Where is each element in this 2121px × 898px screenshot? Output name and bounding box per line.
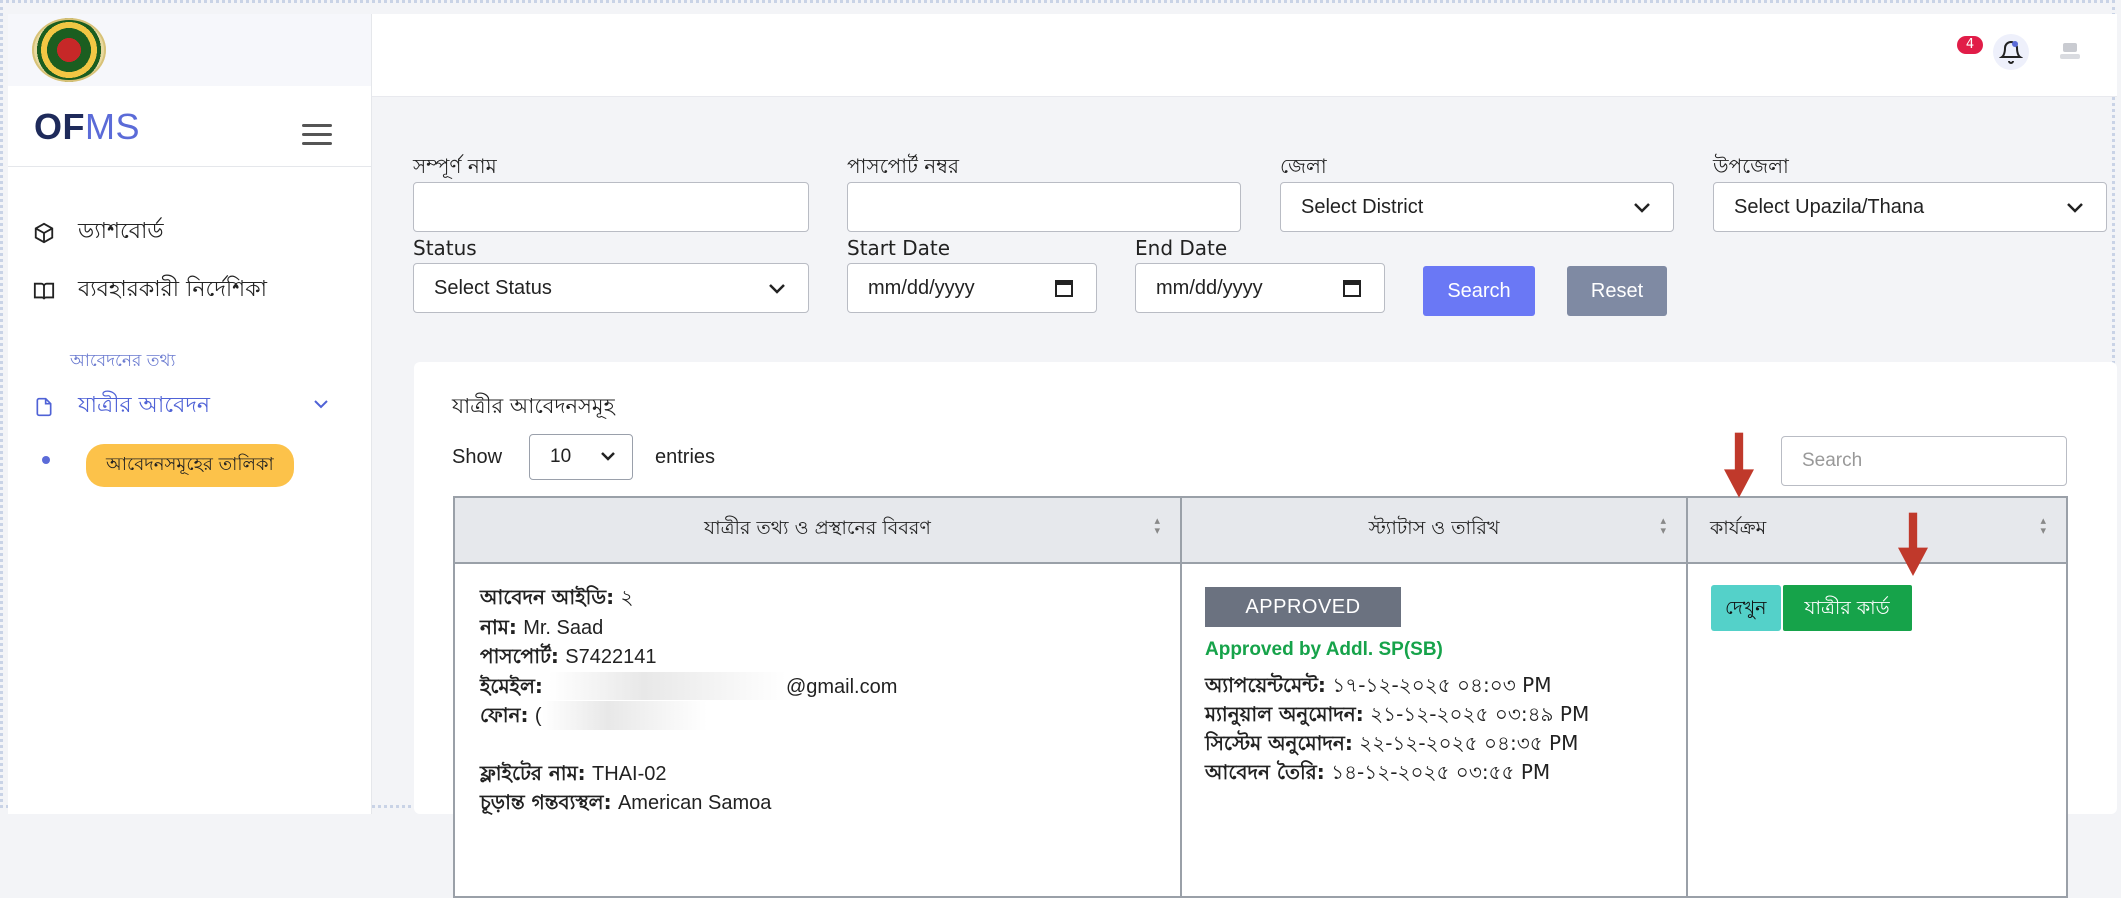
start-date-value: mm/dd/yyyy [868, 276, 975, 299]
chevron-down-icon [2066, 197, 2084, 220]
annotation-arrow-icon [1898, 512, 1928, 576]
status-select[interactable]: Select Status [413, 263, 809, 313]
entries-label: entries [655, 446, 716, 468]
view-button[interactable]: দেখুন [1711, 585, 1781, 631]
sort-icon: ▴ ▾ [2040, 514, 2046, 537]
end-date-label: End Date [1135, 236, 1228, 260]
status-date-cell: APPROVED Approved by Addl. SP(SB) অ্যাপয… [1180, 562, 1688, 898]
sidebar-item-passenger-applications[interactable]: যাত্রীর আবেদন [32, 388, 328, 425]
passenger-card-button[interactable]: যাত্রীর কার্ড [1782, 585, 1912, 631]
district-select[interactable]: Select District [1280, 182, 1674, 232]
status-label: Status [413, 236, 477, 260]
chevron-down-icon [768, 278, 786, 301]
district-select-value: Select District [1301, 195, 1424, 218]
user-avatar-icon[interactable] [2058, 40, 2082, 62]
status-badge: APPROVED [1205, 587, 1401, 627]
sidebar-item-label: ড্যাশবোর্ড [78, 219, 164, 244]
brand-part1: OF [34, 106, 85, 147]
passport-number-label: পাসপোর্ট নম্বর [847, 154, 959, 178]
sidebar-divider [8, 166, 371, 167]
hamburger-menu-icon[interactable] [302, 124, 332, 146]
applications-table: যাত্রীর তথ্য ও প্রস্থানের বিবরণ ▴ ▾ স্ট্যা… [453, 496, 2068, 898]
column-header-passenger-info[interactable]: যাত্রীর তথ্য ও প্রস্থানের বিবরণ ▴ ▾ [453, 496, 1182, 564]
sidebar-subitem-application-list[interactable]: আবেদনসমূহের তালিকা [86, 444, 294, 487]
sort-icon: ▴ ▾ [1660, 514, 1666, 537]
page-size-select[interactable]: 10 [529, 434, 633, 480]
calendar-icon[interactable] [1054, 278, 1074, 304]
upazila-select-value: Select Upazila/Thana [1734, 195, 1925, 218]
annotation-arrow-icon [1724, 432, 1754, 498]
sort-icon: ▴ ▾ [1154, 514, 1160, 537]
chevron-down-icon [1633, 197, 1651, 220]
section-label-application-info: আবেদনের তথ্য [70, 351, 176, 371]
redacted-text: xxxxxxxxxxxxxx [541, 701, 708, 730]
card-title: যাত্রীর আবেদনসমূহ [452, 394, 615, 418]
brand-title[interactable]: OFMS [34, 106, 140, 148]
district-label: জেলা [1280, 154, 1327, 178]
redacted-text: xxxxxxxxxxxxxxxxxxxx [549, 671, 786, 700]
sidebar-item-label: ব্যবহারকারী নির্দেশিকা [78, 277, 267, 302]
passenger-info-cell: আবেদন আইডি: ২ নাম: Mr. Saad পাসপোর্ট: S7… [453, 562, 1182, 898]
upazila-select[interactable]: Select Upazila/Thana [1713, 182, 2107, 232]
sidebar-item-user-guide[interactable]: ব্যবহারকারী নির্দেশিকা [32, 272, 267, 309]
actions-cell: দেখুন যাত্রীর কার্ড [1686, 562, 2068, 898]
reset-button[interactable]: Reset [1567, 266, 1667, 316]
upazila-label: উপজেলা [1713, 154, 1789, 178]
sidebar-item-dashboard[interactable]: ড্যাশবোর্ড [32, 214, 164, 251]
table-search-input[interactable]: Search [1781, 436, 2067, 486]
start-date-label: Start Date [847, 236, 951, 260]
calendar-icon[interactable] [1342, 278, 1362, 304]
bell-icon [1999, 41, 2023, 64]
end-date-input[interactable]: mm/dd/yyyy [1135, 263, 1385, 313]
column-header-status-date[interactable]: স্ট্যাটাস ও তারিখ ▴ ▾ [1180, 496, 1688, 564]
full-name-input[interactable] [413, 182, 809, 232]
chevron-down-icon [314, 394, 328, 413]
search-button[interactable]: Search [1423, 266, 1535, 316]
sidebar-item-label: যাত্রীর আবেদন [78, 393, 211, 418]
table-row: আবেদন আইডি: ২ নাম: Mr. Saad পাসপোর্ট: S7… [453, 562, 2068, 898]
sidebar: OFMS ড্যাশবোর্ড ব্যবহারকারী নির্দেশিকা আ… [8, 14, 372, 814]
brand-part2: MS [85, 106, 140, 147]
chevron-down-icon [600, 447, 616, 469]
top-header [372, 14, 2117, 97]
full-name-label: সম্পূর্ণ নাম [413, 154, 497, 178]
cube-icon [32, 221, 56, 245]
end-date-value: mm/dd/yyyy [1156, 276, 1263, 299]
approved-by-text: Approved by Addl. SP(SB) [1205, 639, 1443, 660]
active-dot-icon [42, 456, 50, 464]
notification-bell-button[interactable] [1993, 34, 2029, 70]
status-select-value: Select Status [434, 276, 552, 299]
logo-area [8, 14, 371, 86]
emblem-logo [32, 18, 106, 82]
passport-number-input[interactable] [847, 182, 1241, 232]
table-header-row: যাত্রীর তথ্য ও প্রস্থানের বিবরণ ▴ ▾ স্ট্যা… [453, 496, 2068, 564]
column-header-actions[interactable]: কার্যক্রম ▴ ▾ [1686, 496, 2068, 564]
notification-count-badge: 4 [1957, 36, 1983, 54]
show-label: Show [452, 446, 503, 468]
start-date-input[interactable]: mm/dd/yyyy [847, 263, 1097, 313]
document-icon [32, 395, 56, 419]
book-icon [32, 279, 56, 303]
page-size-value: 10 [550, 446, 572, 467]
